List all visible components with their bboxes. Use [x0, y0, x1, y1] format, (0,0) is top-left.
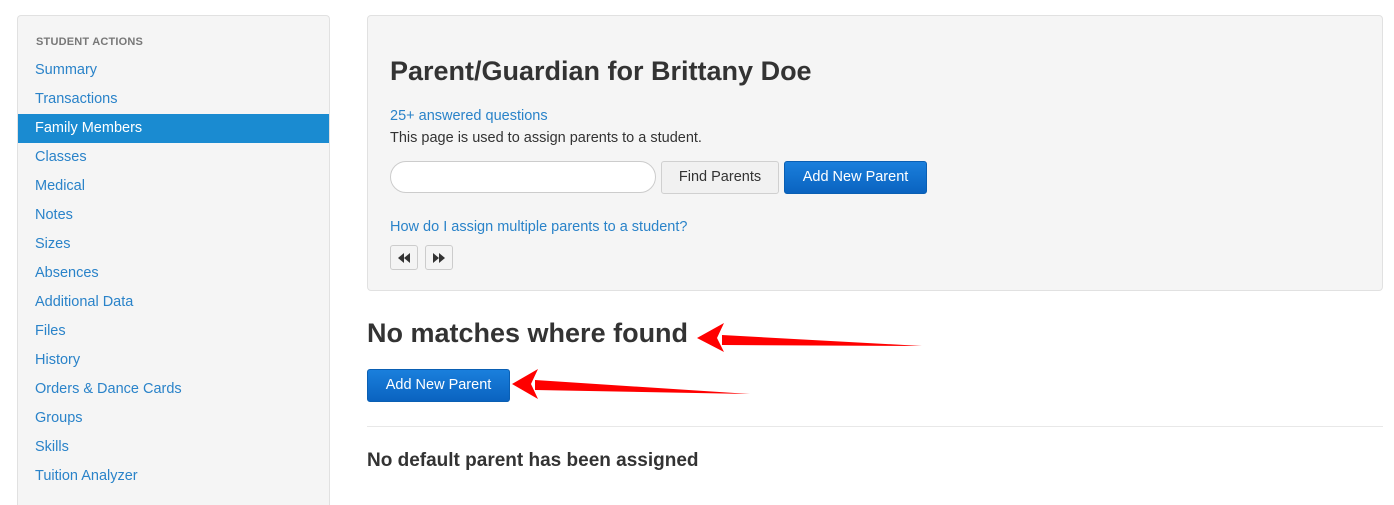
- annotation-arrow-heading: [697, 323, 922, 352]
- sidebar-list: Summary Transactions Family Members Clas…: [18, 56, 329, 491]
- sidebar-item-skills[interactable]: Skills: [18, 433, 329, 462]
- sidebar-item-tuition-analyzer[interactable]: Tuition Analyzer: [18, 462, 329, 491]
- rewind-icon: [398, 252, 410, 263]
- answered-questions-link[interactable]: 25+ answered questions: [390, 108, 548, 124]
- student-actions-sidebar: STUDENT ACTIONS Summary Transactions Fam…: [17, 15, 330, 505]
- fast-forward-icon: [433, 252, 445, 263]
- sidebar-item-history[interactable]: History: [18, 346, 329, 375]
- add-new-parent-button[interactable]: Add New Parent: [784, 161, 927, 194]
- no-default-parent-message: No default parent has been assigned: [367, 450, 699, 471]
- sidebar-item-orders-dance-cards[interactable]: Orders & Dance Cards: [18, 375, 329, 404]
- add-new-parent-button-results[interactable]: Add New Parent: [367, 369, 510, 402]
- sidebar-item-classes[interactable]: Classes: [18, 143, 329, 172]
- annotation-arrow-button: [512, 369, 750, 399]
- sidebar-item-files[interactable]: Files: [18, 317, 329, 346]
- find-parents-button[interactable]: Find Parents: [661, 161, 779, 194]
- sidebar-item-notes[interactable]: Notes: [18, 201, 329, 230]
- sidebar-heading: STUDENT ACTIONS: [36, 36, 144, 48]
- parent-search-input[interactable]: [390, 161, 656, 193]
- divider: [367, 426, 1383, 427]
- multiple-parents-help-link[interactable]: How do I assign multiple parents to a st…: [390, 219, 687, 235]
- next-button[interactable]: [425, 245, 453, 270]
- previous-button[interactable]: [390, 245, 418, 270]
- sidebar-item-medical[interactable]: Medical: [18, 172, 329, 201]
- sidebar-item-groups[interactable]: Groups: [18, 404, 329, 433]
- parent-search-panel: Parent/Guardian for Brittany Doe 25+ ans…: [367, 15, 1383, 291]
- sidebar-item-additional-data[interactable]: Additional Data: [18, 288, 329, 317]
- no-matches-heading: No matches where found: [367, 318, 689, 348]
- sidebar-item-transactions[interactable]: Transactions: [18, 85, 329, 114]
- page-title: Parent/Guardian for Brittany Doe: [390, 56, 812, 86]
- sidebar-item-summary[interactable]: Summary: [18, 56, 329, 85]
- sidebar-item-absences[interactable]: Absences: [18, 259, 329, 288]
- sidebar-item-sizes[interactable]: Sizes: [18, 230, 329, 259]
- page-description: This page is used to assign parents to a…: [390, 130, 702, 146]
- sidebar-item-family-members[interactable]: Family Members: [18, 114, 329, 143]
